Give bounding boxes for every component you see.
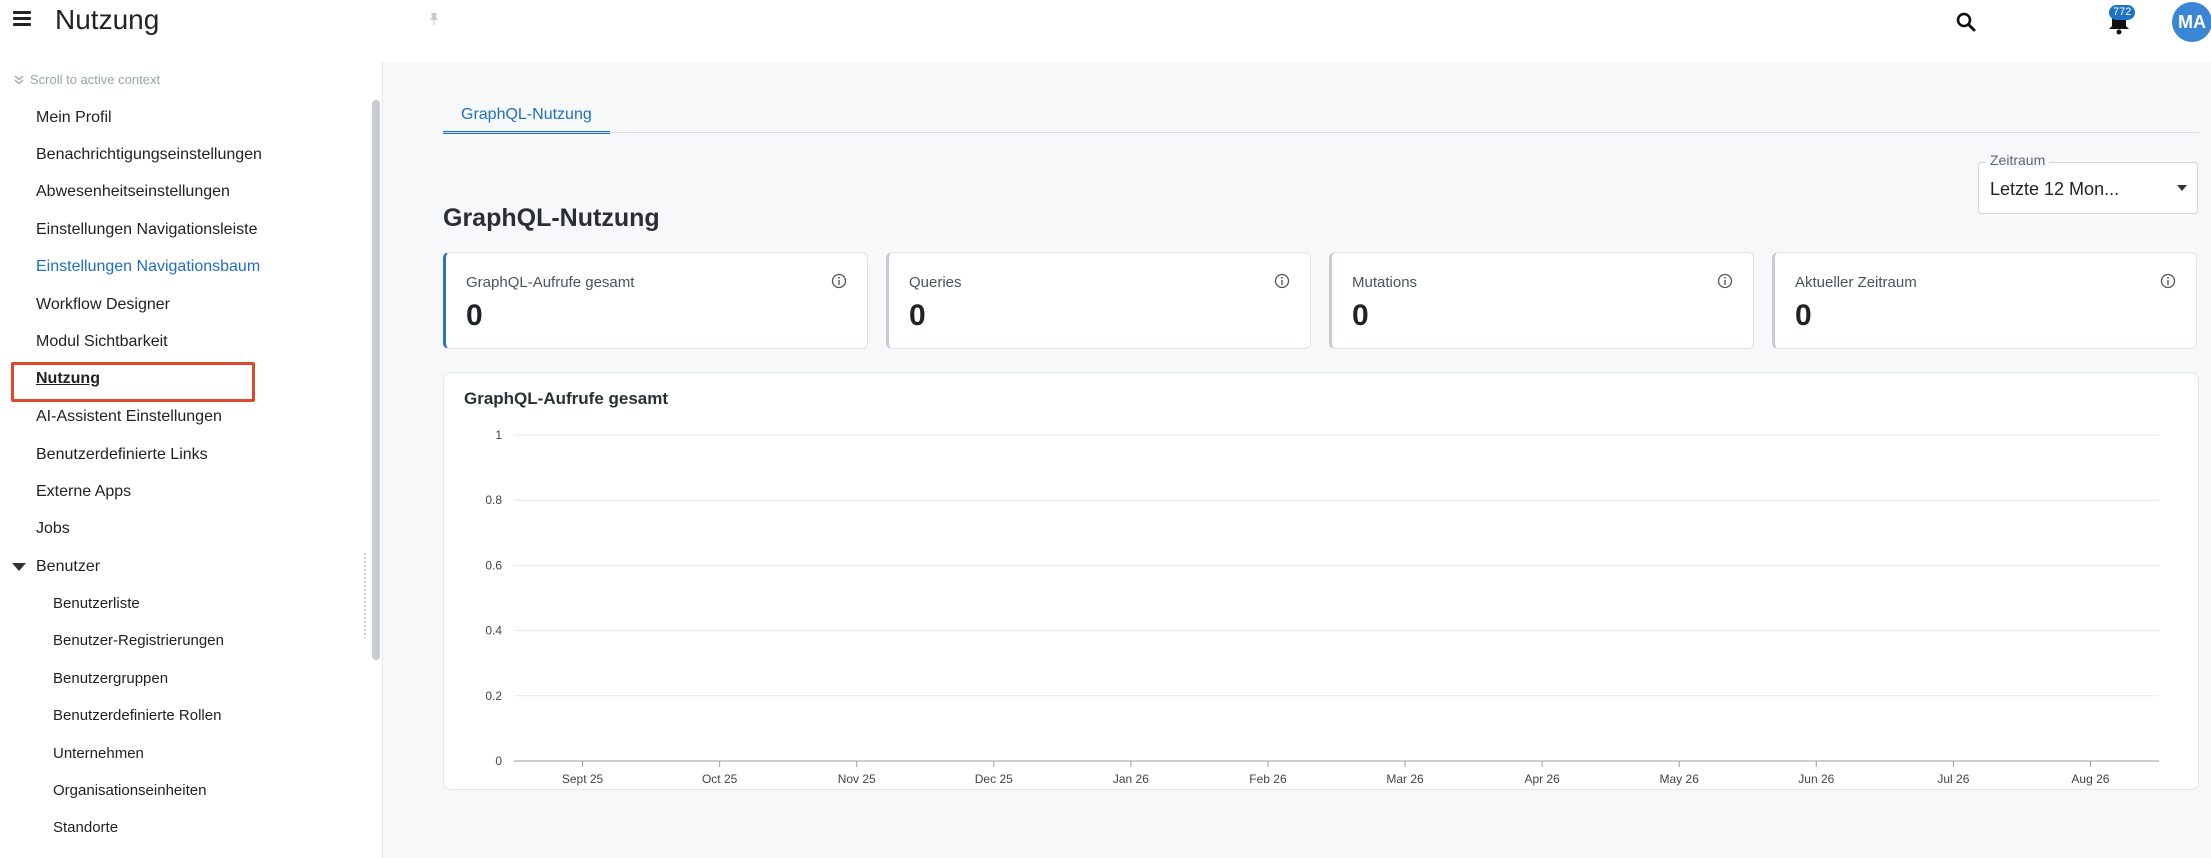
dropdown-caret-icon — [2177, 185, 2187, 191]
stat-title: GraphQL-Aufrufe gesamt — [466, 274, 635, 291]
hamburger-menu-icon[interactable] — [13, 11, 31, 27]
sidebar-item-einstellungen-navigationsbaum[interactable]: Einstellungen Navigationsbaum — [36, 258, 260, 276]
sidebar-item-einstellungen-navigationsleiste[interactable]: Einstellungen Navigationsleiste — [36, 221, 257, 239]
y-tick-label: 0.2 — [485, 689, 502, 703]
tab-divider — [443, 132, 2199, 133]
main-content: GraphQL-Nutzung Letzte 12 Mon... Zeitrau… — [383, 62, 2211, 858]
pin-icon[interactable] — [428, 12, 440, 26]
x-tick-label: Aug 26 — [2071, 772, 2109, 786]
sidebar-subitem-standorte[interactable]: Standorte — [53, 819, 118, 836]
sidebar-scrollbar[interactable] — [372, 100, 380, 660]
x-tick-label: Mar 26 — [1386, 772, 1424, 786]
stat-value: 0 — [466, 299, 483, 332]
sidebar-item-mein-profil[interactable]: Mein Profil — [36, 109, 112, 127]
stat-title: Queries — [909, 274, 962, 291]
x-tick-label: Dec 25 — [975, 772, 1013, 786]
sidebar-subitem-benutzergruppen[interactable]: Benutzergruppen — [53, 670, 168, 687]
section-heading: GraphQL-Nutzung — [443, 204, 660, 232]
stat-card-current-period: Aktueller Zeitraum 0 — [1772, 252, 2197, 349]
stat-value: 0 — [1795, 299, 1812, 332]
info-icon[interactable] — [831, 273, 847, 289]
sidebar-item-ai-assistent-einstellungen[interactable]: AI-Assistent Einstellungen — [36, 408, 222, 426]
sidebar-subitem-unternehmen[interactable]: Unternehmen — [53, 745, 144, 762]
time-range-value: Letzte 12 Mon... — [1990, 179, 2120, 199]
info-icon[interactable] — [1274, 273, 1290, 289]
y-tick-label: 0.4 — [485, 624, 502, 638]
y-tick-label: 1 — [495, 428, 502, 442]
stat-card-total-calls: GraphQL-Aufrufe gesamt 0 — [443, 252, 868, 349]
sidebar-item-workflow-designer[interactable]: Workflow Designer — [36, 296, 170, 314]
time-range-select[interactable]: Letzte 12 Mon... — [1978, 162, 2198, 214]
sidebar-item-benachrichtigungseinstellungen[interactable]: Benachrichtigungseinstellungen — [36, 146, 262, 164]
y-tick-label: 0 — [495, 754, 502, 768]
x-tick-label: Nov 25 — [838, 772, 876, 786]
stat-value: 0 — [1352, 299, 1369, 332]
double-chevron-down-icon — [14, 75, 24, 84]
stat-card-mutations: Mutations 0 — [1329, 252, 1754, 349]
x-tick-label: Jun 26 — [1798, 772, 1834, 786]
sidebar-subitem-benutzerdefinierte-rollen[interactable]: Benutzerdefinierte Rollen — [53, 707, 221, 724]
x-tick-label: Apr 26 — [1524, 772, 1560, 786]
stat-value: 0 — [909, 299, 926, 332]
sidebar-item-abwesenheitseinstellungen[interactable]: Abwesenheitseinstellungen — [36, 183, 230, 201]
info-icon[interactable] — [2160, 273, 2176, 289]
x-tick-label: Jul 26 — [1937, 772, 1969, 786]
x-tick-label: May 26 — [1660, 772, 1700, 786]
sidebar-item-benutzer[interactable]: Benutzer — [36, 558, 100, 576]
notification-badge: 772 — [2109, 5, 2136, 20]
x-tick-label: Oct 25 — [702, 772, 738, 786]
time-range-label: Zeitraum — [1986, 152, 2050, 168]
x-tick-label: Feb 26 — [1249, 772, 1287, 786]
sidebar-subitem-organisationseinheiten[interactable]: Organisationseinheiten — [53, 782, 206, 799]
top-bar: Nutzung 772 MA — [0, 0, 2211, 44]
y-tick-label: 0.8 — [485, 493, 502, 507]
stat-card-queries: Queries 0 — [886, 252, 1311, 349]
stat-title: Mutations — [1352, 274, 1418, 291]
chart-card: GraphQL-Aufrufe gesamt 0 0.2 0.4 0.6 0.8 1 Sep… — [443, 372, 2199, 790]
sidebar-subitem-benutzer-registrierungen[interactable]: Benutzer-Registrierungen — [53, 632, 224, 649]
sidebar-item-nutzung[interactable]: Nutzung — [36, 370, 100, 388]
sidebar-item-jobs[interactable]: Jobs — [36, 520, 70, 538]
search-icon[interactable] — [1954, 10, 1978, 34]
scroll-to-active-context[interactable]: Scroll to active context — [14, 72, 160, 87]
tab-label: GraphQL-Nutzung — [461, 106, 592, 123]
x-tick-label: Jan 26 — [1113, 772, 1149, 786]
scroll-context-label: Scroll to active context — [30, 72, 161, 87]
tab-graphql-nutzung[interactable]: GraphQL-Nutzung — [443, 98, 610, 134]
x-tick-label: Sept 25 — [562, 772, 604, 786]
sidebar-resize-handle[interactable] — [363, 552, 367, 638]
info-icon[interactable] — [1717, 273, 1733, 289]
avatar[interactable]: MA — [2172, 2, 2211, 42]
caret-down-icon[interactable] — [12, 563, 26, 571]
sidebar: Scroll to active context Mein Profil Ben… — [0, 62, 370, 858]
sidebar-item-externe-apps[interactable]: Externe Apps — [36, 483, 131, 501]
stat-title: Aktueller Zeitraum — [1795, 274, 1917, 291]
sidebar-subitem-benutzerliste[interactable]: Benutzerliste — [53, 595, 140, 612]
page-title: Nutzung — [55, 4, 160, 35]
sidebar-item-benutzerdefinierte-links[interactable]: Benutzerdefinierte Links — [36, 446, 208, 464]
sidebar-item-modul-sichtbarkeit[interactable]: Modul Sichtbarkeit — [36, 333, 168, 351]
line-chart: 0 0.2 0.4 0.6 0.8 1 Sept 25 Oct 25 Nov 25 Dec 25 J… — [485, 428, 2159, 786]
y-tick-label: 0.6 — [485, 558, 502, 572]
